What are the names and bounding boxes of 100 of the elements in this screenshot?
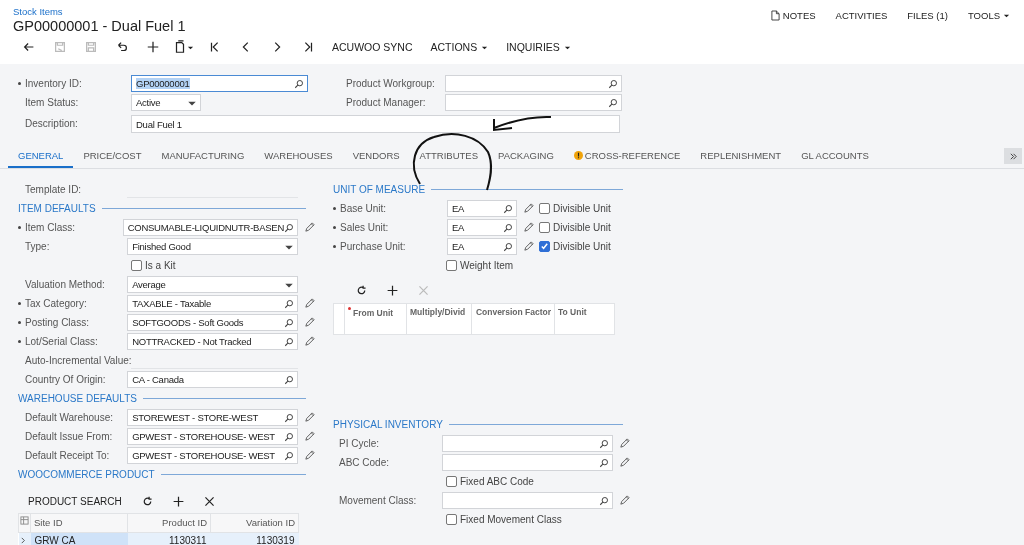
tab[interactable]: MANUFACTURING (151, 144, 255, 168)
checkbox[interactable]: Is a Kit (131, 260, 176, 271)
tab[interactable]: GL ACCOUNTS (791, 144, 879, 168)
checkbox[interactable]: Weight Item (446, 260, 514, 271)
lookup-field[interactable]: SOFTGOODS - Soft Goods (127, 314, 298, 331)
lookup-field[interactable]: GPWEST - STOREHOUSE- WEST (127, 447, 298, 464)
toolbar-button[interactable]: PRODUCT SEARCH (18, 491, 132, 511)
lookup-field[interactable] (442, 435, 613, 452)
document-icon (770, 9, 780, 21)
column-header[interactable]: Variation ID (210, 513, 299, 533)
field-label: Country Of Origin: (25, 374, 107, 385)
checkbox[interactable]: Divisible Unit (539, 222, 611, 233)
warning-icon (573, 150, 583, 160)
product-workgroup-field[interactable] (445, 75, 622, 92)
tab[interactable]: PACKAGING (488, 144, 564, 168)
tab[interactable]: ATTRIBUTES (409, 144, 489, 168)
search-icon[interactable] (294, 78, 304, 89)
tab[interactable]: PRICE/COST (73, 144, 152, 168)
tab[interactable]: GENERAL (8, 144, 74, 168)
field-label: PI Cycle: (339, 438, 380, 449)
checkbox[interactable]: Fixed ABC Code (446, 476, 534, 487)
search-icon[interactable] (284, 336, 294, 347)
checkbox[interactable]: Divisible Unit (539, 203, 611, 214)
checkbox[interactable]: Divisible Unit (539, 241, 611, 252)
field-label: Default Receipt To: (25, 450, 111, 461)
lookup-field[interactable]: EA (447, 219, 517, 236)
checkbox[interactable]: Fixed Movement Class (446, 514, 562, 525)
column-header[interactable]: Site ID (30, 513, 128, 533)
lookup-field[interactable]: EA (447, 200, 517, 217)
column-header[interactable]: To Unit (554, 303, 615, 335)
lookup-field[interactable]: NOTTRACKED - Not Tracked (127, 333, 298, 350)
tab[interactable]: REPLENISHMENT (690, 144, 792, 168)
search-icon[interactable] (599, 438, 609, 449)
field-label: Posting Class: (25, 317, 90, 328)
search-icon[interactable] (284, 222, 294, 233)
product-manager-field[interactable] (445, 94, 622, 111)
search-icon[interactable] (284, 412, 294, 423)
search-icon[interactable] (503, 203, 513, 214)
tab[interactable]: WAREHOUSES (254, 144, 343, 168)
field-label: Default Issue From: (25, 431, 114, 442)
inventory-id-field[interactable]: GP00000001 (131, 75, 308, 92)
header-link[interactable]: TOOLS (959, 8, 1018, 22)
lookup-field[interactable]: STOREWEST - STORE-WEST (127, 409, 298, 426)
field-label: Valuation Method: (25, 279, 106, 290)
field-label: Auto-Incremental Value: (25, 355, 131, 366)
header-link[interactable]: NOTES (762, 8, 824, 22)
header-link[interactable]: FILES (1) (899, 8, 956, 22)
search-icon[interactable] (284, 317, 294, 328)
search-icon[interactable] (608, 97, 618, 108)
column-header[interactable]: Product ID (127, 513, 211, 533)
annotation-arrow (493, 115, 552, 132)
field-label: Movement Class: (339, 495, 418, 506)
field-label: Item Class: (25, 222, 76, 233)
toolbar-button[interactable]: ACUWOO SYNC (323, 38, 422, 56)
field-label: Product Workgroup: (346, 78, 436, 89)
tab[interactable]: VENDORS (342, 144, 410, 168)
header-link[interactable]: ACTIVITIES (827, 8, 896, 22)
lookup-field[interactable] (442, 492, 613, 509)
expand-icon[interactable] (19, 537, 27, 544)
lookup-field[interactable]: CONSUMABLE-LIQUIDNUTR-BASEN (122, 219, 298, 236)
field-label: Default Warehouse: (25, 412, 114, 423)
field-label: Item Status: (25, 97, 80, 108)
tab[interactable]: CROSS-REFERENCE (563, 144, 691, 168)
search-icon[interactable] (284, 374, 294, 385)
section-title: UNIT OF MEASURE (333, 184, 426, 195)
lookup-field[interactable]: GPWEST - STOREHOUSE- WEST (127, 428, 298, 445)
collapse-icon[interactable] (1004, 148, 1022, 164)
search-icon[interactable] (599, 495, 609, 506)
menu-button[interactable]: ACTIONS (421, 38, 498, 56)
item-status-dropdown[interactable]: Active (131, 94, 201, 111)
field-label: Lot/Serial Class: (25, 336, 99, 347)
field-label: Sales Unit: (340, 222, 390, 233)
search-icon[interactable] (599, 457, 609, 468)
search-icon[interactable] (608, 78, 618, 89)
lookup-field[interactable] (442, 454, 613, 471)
section-title: ITEM DEFAULTS (18, 203, 96, 214)
breadcrumb-link[interactable]: Stock Items (13, 6, 63, 17)
section-title: PHYSICAL INVENTORY (333, 419, 443, 430)
search-icon[interactable] (503, 241, 513, 252)
lookup-field[interactable]: TAXABLE - Taxable (127, 295, 298, 312)
column-header[interactable]: Multiply/Divid (406, 303, 472, 335)
column-header[interactable]: From Unit (344, 303, 407, 335)
dropdown-field[interactable]: Finished Good (127, 238, 298, 255)
search-icon[interactable] (503, 222, 513, 233)
search-icon[interactable] (284, 450, 294, 461)
description-field[interactable]: Dual Fuel 1 (131, 115, 620, 133)
grid-settings-icon[interactable] (20, 516, 29, 525)
dropdown-field[interactable]: Average (127, 276, 298, 293)
search-icon[interactable] (284, 431, 294, 442)
field-label: Description: (25, 117, 79, 129)
field-label: ABC Code: (339, 457, 391, 468)
lookup-field[interactable]: CA - Canada (127, 371, 298, 388)
column-header[interactable]: Conversion Factor (471, 303, 555, 335)
field-label: Type: (25, 241, 51, 252)
required-mark (348, 307, 351, 310)
lookup-field[interactable]: EA (447, 238, 517, 255)
search-icon[interactable] (284, 298, 294, 309)
field-label: Tax Category: (25, 298, 88, 309)
menu-button[interactable]: INQUIRIES (497, 38, 580, 56)
page-title: GP00000001 - Dual Fuel 1 (13, 18, 186, 34)
